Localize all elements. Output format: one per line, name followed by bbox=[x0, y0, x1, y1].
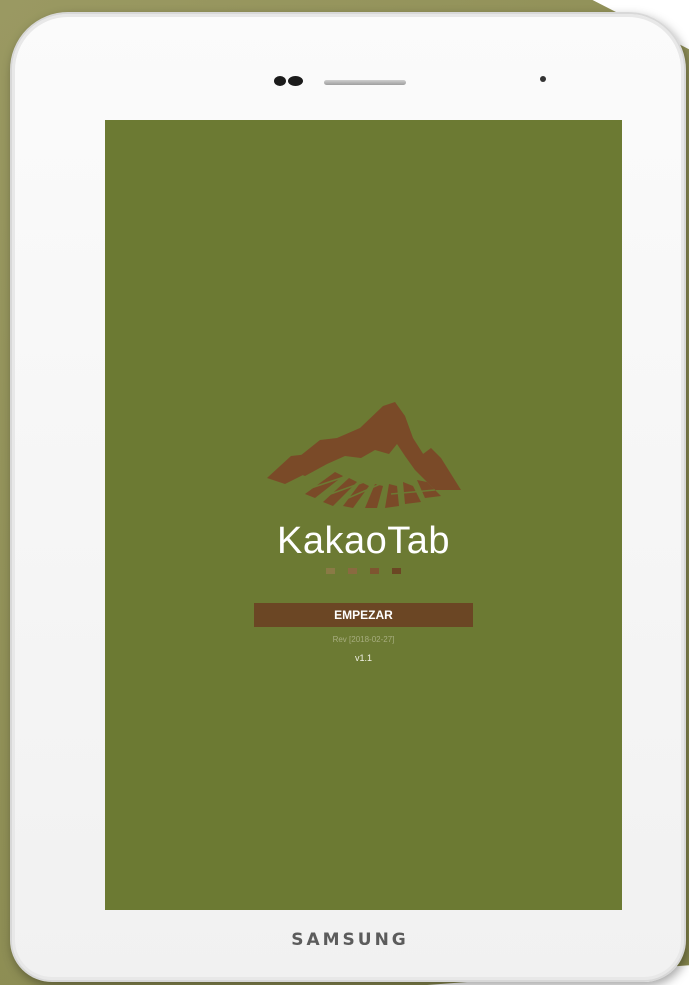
camera-lens bbox=[288, 76, 303, 86]
front-camera-icon bbox=[274, 74, 310, 88]
app-screen: KakaoTab EMPEZAR Rev [2018-02-27] v1.1 bbox=[105, 120, 622, 910]
loading-dots-icon bbox=[326, 568, 402, 576]
mountain-logo-icon bbox=[267, 402, 461, 508]
dot bbox=[348, 568, 357, 574]
tablet-frame: KakaoTab EMPEZAR Rev [2018-02-27] v1.1 S… bbox=[10, 12, 686, 982]
speaker-grille bbox=[324, 80, 406, 85]
device-brand: SAMSUNG bbox=[291, 930, 409, 950]
dot bbox=[326, 568, 335, 574]
app-title: KakaoTab bbox=[276, 520, 450, 562]
dot bbox=[370, 568, 379, 574]
camera-lens bbox=[274, 76, 286, 86]
version-label: v1.1 bbox=[354, 653, 372, 663]
start-button[interactable]: EMPEZAR bbox=[254, 603, 473, 627]
dot bbox=[392, 568, 401, 574]
light-sensor bbox=[540, 76, 546, 82]
revision-label: Rev [2018-02-27] bbox=[332, 635, 395, 644]
